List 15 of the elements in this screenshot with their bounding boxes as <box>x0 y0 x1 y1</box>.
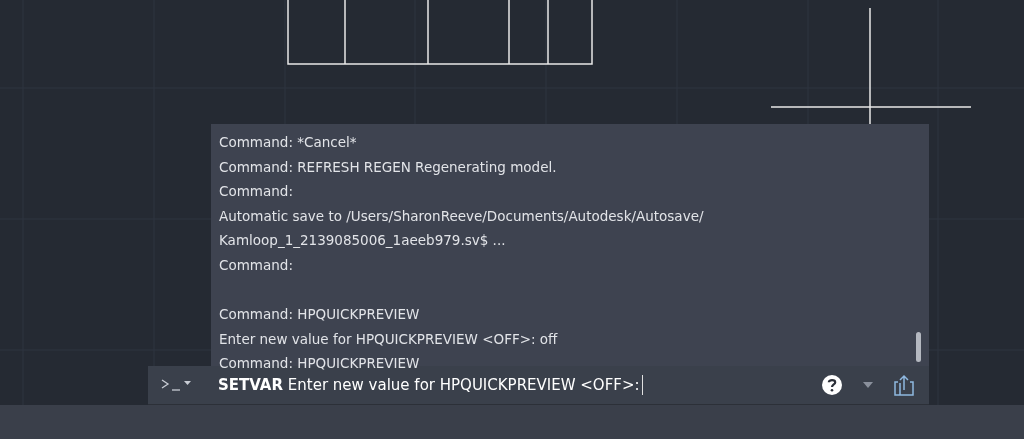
history-line: Command: <box>219 182 293 202</box>
share-icon[interactable] <box>893 374 915 396</box>
history-line: Kamloop_1_2139085006_1aeeb979.sv$ ... <box>219 231 506 251</box>
history-line: Automatic save to /Users/SharonReeve/Documents/Autodesk/Autosave/ <box>219 206 704 226</box>
prompt-icon <box>160 378 192 392</box>
scrollbar-thumb[interactable] <box>916 332 921 362</box>
history-line: Command: HPQUICKPREVIEW <box>219 354 420 374</box>
history-line: Command: <box>219 255 293 275</box>
history-line: Command: HPQUICKPREVIEW <box>219 305 420 325</box>
history-line: Command: *Cancel* <box>219 133 357 152</box>
dropdown-caret-icon[interactable] <box>863 382 873 388</box>
help-icon[interactable] <box>821 374 843 396</box>
command-input-field[interactable]: SETVAR Enter new value for HPQUICKPREVIEW <OFF>: <box>218 375 821 395</box>
history-line: Enter new value for HPQUICKPREVIEW <OFF>: off <box>219 329 558 349</box>
history-line: Command: REFRESH REGEN Regenerating model. <box>219 157 557 177</box>
